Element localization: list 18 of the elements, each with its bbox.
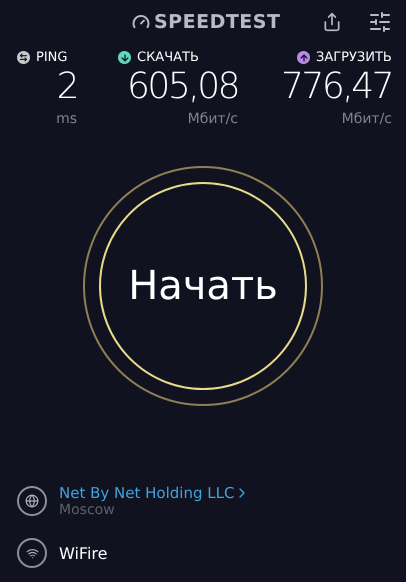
metric-value: 605,08 [127,65,238,109]
start-button[interactable]: Начать [99,182,307,390]
network-name: WiFire [59,544,108,562]
share-icon[interactable] [322,12,342,32]
metric-value: 776,47 [281,65,392,109]
metric-label: ЗАГРУЗИТЬ [316,50,392,65]
metric-label: СКАЧАТЬ [137,50,199,65]
provider-location: Moscow [59,502,116,518]
metric-unit: Мбит/с [188,111,238,127]
wifi-icon [17,538,47,568]
speedtest-logo: SPEEDTEST [132,11,280,33]
metric-unit: Мбит/с [342,111,392,127]
metric-value: 2 [56,65,77,109]
metric-label: PING [36,50,68,65]
metric-unit: ms [56,111,77,127]
settings-icon[interactable] [368,10,392,34]
globe-icon [17,486,47,516]
provider-link[interactable]: Net By Net Holding LLC [59,484,250,502]
